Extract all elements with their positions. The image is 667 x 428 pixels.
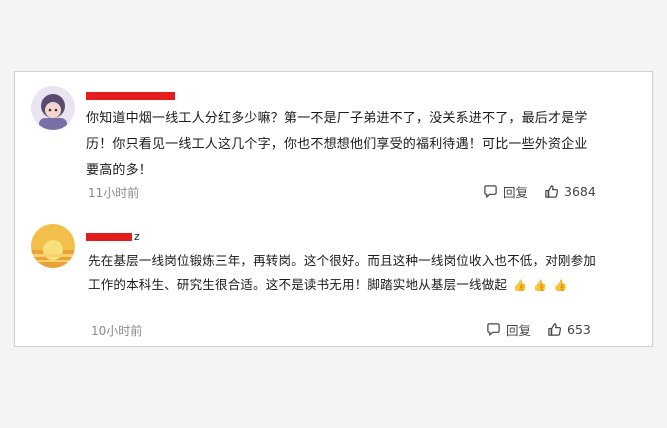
username[interactable]: z	[86, 230, 146, 244]
reply-button[interactable]: 回复	[486, 320, 531, 339]
reply-label: 回复	[503, 185, 529, 200]
username-text	[86, 89, 146, 102]
reply-button[interactable]: 回复	[483, 182, 528, 201]
user-avatar-image	[31, 224, 75, 268]
comment-actions: 回复 653	[486, 320, 591, 339]
reply-label: 回复	[506, 323, 532, 338]
comments-panel: 你知道中烟一线工人分红多少嘛？第一不是厂子弟进不了，没关系进不了，最后才是学历！…	[14, 71, 653, 347]
username-text: z	[134, 230, 140, 243]
timestamp: 10小时前	[91, 324, 143, 338]
thumbs-up-emoji: 👍	[513, 279, 528, 292]
timestamp: 11小时前	[88, 186, 140, 200]
comment-icon	[487, 323, 500, 336]
thumbs-up-emoji: 👍	[533, 279, 548, 292]
thumbs-up-icon	[545, 185, 559, 198]
comment-icon	[484, 185, 497, 198]
page: { "comments": [ { "username": "", "text"…	[0, 0, 667, 428]
like-count: 653	[567, 322, 591, 337]
user-avatar-image	[31, 86, 75, 130]
avatar[interactable]	[31, 86, 75, 130]
username[interactable]	[86, 89, 176, 103]
comment-text: 先在基层一线岗位锻炼三年，再转岗。这个很好。而且这种一线岗位收入也不低，对刚参加…	[88, 249, 600, 297]
thumbs-up-icon	[548, 323, 562, 336]
comment-actions: 回复 3684	[483, 182, 596, 201]
like-button[interactable]: 3684	[544, 184, 596, 199]
comment-text: 你知道中烟一线工人分红多少嘛？第一不是厂子弟进不了，没关系进不了，最后才是学历！…	[86, 111, 588, 178]
like-count: 3684	[564, 184, 596, 199]
thumbs-up-emoji: 👍	[553, 279, 568, 292]
like-button[interactable]: 653	[547, 322, 591, 337]
avatar[interactable]	[31, 224, 75, 268]
